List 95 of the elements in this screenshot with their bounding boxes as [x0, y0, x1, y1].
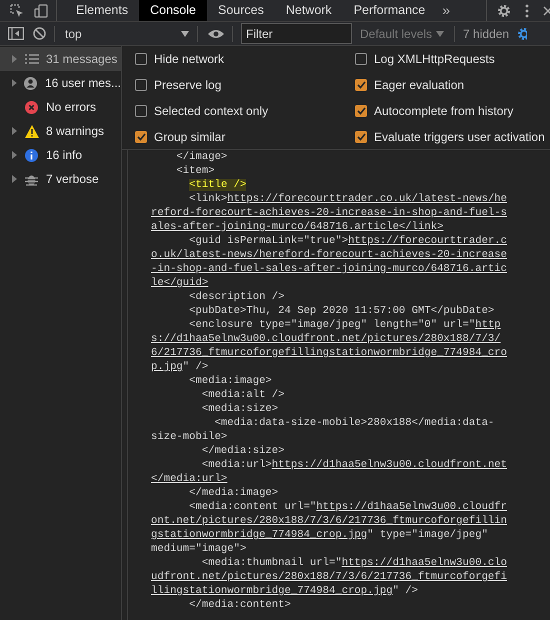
checkbox-label: Group similar — [154, 128, 226, 146]
code-link[interactable]: gstationwormbridge_774984_crop.jpg — [151, 529, 368, 541]
expand-arrow-icon[interactable] — [12, 127, 17, 135]
eye-icon[interactable] — [208, 28, 224, 38]
more-tabs-button[interactable]: » — [436, 0, 456, 21]
code-link[interactable]: reford-forecourt-achieves-20-increase-in-shop-and-fuel-s — [151, 207, 508, 219]
code-link[interactable]: ont.net/pictures/280x188/7/3/6/217736_ftmurcoforgefillin — [151, 515, 508, 527]
code-link[interactable]: llingstationwormbridge_774984_crop.jpg — [151, 585, 393, 597]
code-link[interactable]: http — [475, 319, 501, 331]
checkbox-label: Log XMLHttpRequests — [374, 50, 495, 68]
checkbox[interactable] — [135, 104, 147, 116]
checkbox[interactable] — [135, 78, 147, 90]
checkbox-label: Hide network — [154, 50, 224, 68]
sidebar-item[interactable]: No errors — [0, 95, 121, 119]
code-link[interactable]: https://forecourttrader.co.uk/latest-news/he — [227, 193, 508, 205]
code-text: <enclosure type="image/jpeg" length="0" url=" — [188, 319, 476, 331]
code-link[interactable]: udfront.net/pictures/280x188/7/3/6/217736_ftmurcoforgefi — [151, 571, 508, 583]
sidebar-item[interactable]: 7 verbose — [0, 167, 121, 191]
sidebar-item[interactable]: 16 info — [0, 143, 121, 167]
sidebar-item[interactable]: 31 messages — [0, 47, 121, 71]
info-icon — [25, 148, 38, 162]
code-text: <guid isPermaLink="true"> — [188, 235, 348, 247]
close-icon[interactable] — [543, 4, 550, 16]
code-link[interactable]: https://d1haa5elnw3u00.cloudfront.net — [272, 459, 508, 471]
code-link[interactable]: o.uk/latest-news/hereford-forecourt-achieves-20-increase — [151, 249, 508, 261]
code-text: <description /> — [188, 291, 285, 303]
code-link[interactable]: 6/217736_ftmurcoforgefillingstationwormbridge_774984_cro — [151, 347, 508, 359]
code-link[interactable]: p.jpg — [151, 361, 183, 373]
code-link[interactable]: -in-shop-and-fuel-sales-after-joining-murco/648716.artic — [151, 263, 508, 275]
checkbox[interactable] — [135, 52, 147, 64]
code-text: <media:image> — [188, 375, 272, 387]
hidden-count: 7 hidden — [463, 26, 510, 42]
user-icon — [24, 76, 38, 90]
inspect-icon[interactable] — [10, 4, 24, 18]
code-text: </media:size> — [200, 445, 285, 457]
checkbox-label: Evaluate triggers user activation — [374, 128, 545, 146]
code-text: <media:data-size-mobile>280x188</media:data- — [214, 417, 494, 429]
code-text: <link> — [188, 193, 228, 205]
code-link[interactable]: https://d1haa5elnw3u00.clo — [342, 557, 508, 569]
expand-arrow-icon[interactable] — [12, 151, 17, 159]
code-link[interactable]: https://d1haa5elnw3u00.cloudfr — [316, 501, 508, 513]
code-text: " /> — [182, 361, 208, 373]
dropdown-icon — [181, 30, 189, 36]
error-icon — [25, 100, 38, 114]
code-text: " type="image/jpeg" — [367, 529, 488, 541]
code-text: <media:content url=" — [188, 501, 316, 513]
panel-tab[interactable]: Sources — [206, 0, 275, 21]
clear-icon[interactable] — [33, 27, 46, 40]
code-text: <item> — [175, 165, 215, 177]
expand-arrow-icon[interactable] — [12, 175, 17, 183]
code-link[interactable]: s://d1haa5elnw3u00.cloudfront.net/pictures/280x188/7/3/ — [151, 333, 501, 345]
bug-icon — [25, 172, 38, 186]
code-link[interactable]: </media:url> — [151, 473, 228, 485]
code-text: <media:thumbnail url=" — [200, 557, 342, 569]
code-text: <media:alt /> — [200, 389, 285, 401]
list-icon — [24, 54, 38, 64]
checkbox-label: Eager evaluation — [374, 76, 464, 94]
checkbox-label: Autocomplete from history — [374, 102, 514, 120]
code-text: size-mobile> — [151, 431, 228, 443]
expand-arrow-icon[interactable] — [12, 55, 17, 63]
dropdown-icon — [436, 30, 444, 36]
code-text: medium="image"> — [151, 543, 246, 555]
sidebar-item[interactable]: 16 user mes... — [0, 71, 121, 95]
code-text: </image> — [175, 151, 228, 163]
checkbox-label: Selected context only — [154, 102, 268, 120]
code-link[interactable]: ales-after-joining-murco/648716.article</link> — [151, 221, 444, 233]
code-link[interactable]: https://forecourttrader.c — [348, 235, 508, 247]
filter-field[interactable]: Filter — [241, 23, 352, 44]
code-text: <media:size> — [200, 403, 278, 415]
warning-icon — [24, 124, 38, 138]
sidebar-toggle-icon[interactable] — [8, 27, 24, 40]
checkbox[interactable] — [355, 130, 367, 142]
code-text: " /> — [392, 585, 418, 597]
checkbox[interactable] — [355, 52, 367, 64]
menu-icon[interactable] — [525, 4, 529, 18]
code-link[interactable]: le</guid> — [151, 277, 208, 289]
panel-tab[interactable]: Console — [139, 0, 207, 21]
panel-tab[interactable]: Network — [274, 0, 343, 21]
expand-arrow-icon[interactable] — [12, 79, 17, 87]
panel-tab[interactable]: Performance — [342, 0, 436, 21]
highlighted-tag: <title /> — [189, 179, 246, 191]
code-text: </media:image> — [188, 487, 278, 499]
checkbox[interactable] — [355, 78, 367, 90]
code-text: <media:url> — [200, 459, 272, 471]
checkbox[interactable] — [355, 104, 367, 116]
code-text: </media:content> — [188, 599, 291, 611]
checkbox-label: Preserve log — [154, 76, 222, 94]
settings-icon[interactable] — [497, 4, 511, 18]
sidebar-item[interactable]: 8 warnings — [0, 119, 121, 143]
settings-icon[interactable] — [517, 26, 528, 40]
checkbox[interactable] — [135, 130, 147, 142]
context-select[interactable]: top — [55, 24, 193, 42]
device-icon[interactable] — [34, 4, 48, 18]
code-text: <pubDate>Thu, 24 Sep 2020 11:57:00 GMT</pubDate> — [188, 305, 494, 317]
panel-tab[interactable]: Elements — [65, 0, 140, 21]
